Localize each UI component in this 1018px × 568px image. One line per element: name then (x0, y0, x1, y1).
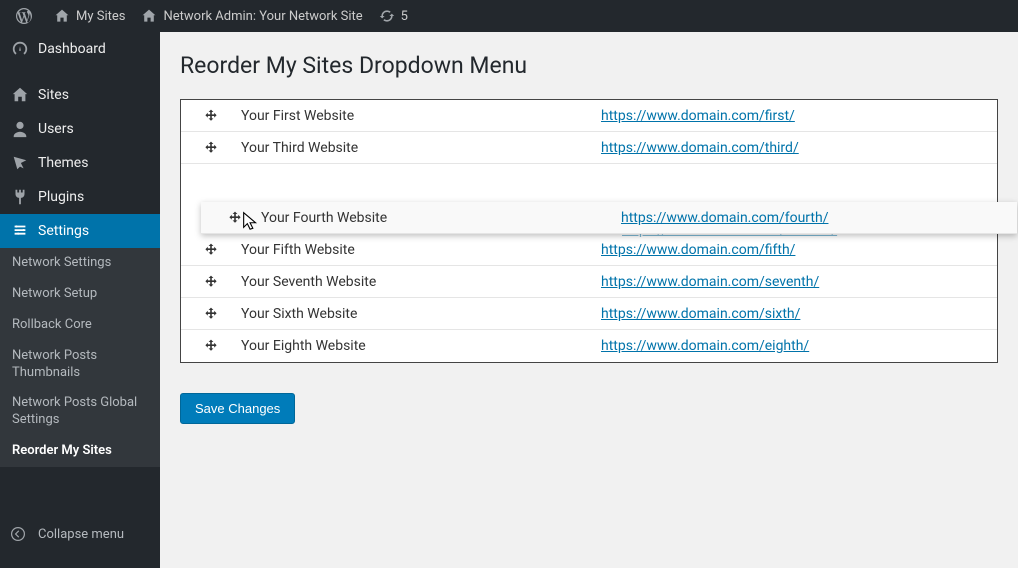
page-title: Reorder My Sites Dropdown Menu (180, 52, 998, 79)
wordpress-icon (16, 8, 32, 24)
site-name: Your Fifth Website (241, 242, 601, 258)
admin-sidebar: Dashboard Sites Users Themes Plugins Set… (0, 32, 160, 568)
my-sites-menu[interactable]: My Sites (46, 0, 133, 32)
submenu-network-posts-global-settings[interactable]: Network Posts Global Settings (0, 388, 160, 436)
site-row[interactable]: Your Fifth Websitehttps://www.domain.com… (181, 234, 997, 266)
site-url-link[interactable]: https://www.domain.com/third/ (601, 140, 799, 156)
sidebar-item-settings[interactable]: Settings (0, 214, 160, 248)
settings-submenu: Network Settings Network Setup Rollback … (0, 248, 160, 467)
site-name: Your First Website (241, 108, 601, 124)
my-sites-label: My Sites (76, 9, 125, 24)
sidebar-label: Settings (38, 223, 89, 239)
drag-handle-icon[interactable] (181, 274, 241, 290)
drag-handle-icon[interactable] (181, 140, 241, 156)
site-name: Your Third Website (241, 140, 601, 156)
submenu-network-setup[interactable]: Network Setup (0, 279, 160, 310)
settings-icon (10, 222, 30, 240)
drag-handle-icon[interactable] (181, 242, 241, 258)
site-row[interactable]: Your Seventh Websitehttps://www.domain.c… (181, 266, 997, 298)
sidebar-label: Dashboard (38, 41, 106, 57)
admin-bar: My Sites Network Admin: Your Network Sit… (0, 0, 1018, 32)
themes-icon (10, 154, 30, 172)
site-name: Your Sixth Website (241, 306, 601, 322)
site-row[interactable]: Your Eighth Websitehttps://www.domain.co… (181, 330, 997, 362)
sidebar-label: Users (38, 121, 74, 137)
submenu-rollback-core[interactable]: Rollback Core (0, 310, 160, 341)
network-admin-label: Network Admin: Your Network Site (163, 9, 362, 24)
site-url-link[interactable]: https://www.domain.com/seventh/ (601, 274, 819, 290)
drag-handle-icon[interactable] (201, 210, 261, 226)
submenu-network-posts-thumbnails[interactable]: Network Posts Thumbnails (0, 341, 160, 389)
sidebar-label: Themes (38, 155, 88, 171)
sidebar-item-sites[interactable]: Sites (0, 78, 160, 112)
site-name: Your Eighth Website (241, 338, 601, 354)
sidebar-item-plugins[interactable]: Plugins (0, 180, 160, 214)
collapse-menu-button[interactable]: Collapse menu (0, 518, 160, 550)
site-url-link[interactable]: https://www.domain.com/eighth/ (601, 338, 809, 354)
drag-handle-icon[interactable] (181, 306, 241, 322)
network-admin-menu[interactable]: Network Admin: Your Network Site (133, 0, 370, 32)
sidebar-item-dashboard[interactable]: Dashboard (0, 32, 160, 66)
drag-handle-icon[interactable] (181, 108, 241, 124)
site-row[interactable]: Your Fourth Websitehttps://www.domain.co… (201, 202, 1017, 234)
sites-icon (10, 86, 30, 104)
collapse-label: Collapse menu (38, 527, 124, 542)
site-name: Your Fourth Website (261, 210, 621, 226)
site-name: Your Seventh Website (241, 274, 601, 290)
plugins-icon (10, 188, 30, 206)
sidebar-label: Sites (38, 87, 69, 103)
wp-logo-menu[interactable] (8, 0, 46, 32)
sidebar-label: Plugins (38, 189, 84, 205)
main-content: Reorder My Sites Dropdown Menu Your Firs… (160, 32, 1018, 568)
drag-handle-icon[interactable] (181, 338, 241, 354)
submenu-network-settings[interactable]: Network Settings (0, 248, 160, 279)
update-icon (379, 8, 395, 24)
site-url-link[interactable]: https://www.domain.com/fifth/ (601, 242, 795, 258)
updates-menu[interactable]: 5 (371, 0, 416, 32)
collapse-icon (10, 526, 30, 542)
home-icon (141, 8, 157, 24)
site-url-link[interactable]: https://www.domain.com/sixth/ (601, 306, 800, 322)
site-row[interactable]: Your Third Websitehttps://www.domain.com… (181, 132, 997, 164)
site-url-link[interactable]: https://www.domain.com/fourth/ (621, 210, 828, 226)
sidebar-item-themes[interactable]: Themes (0, 146, 160, 180)
sidebar-item-users[interactable]: Users (0, 112, 160, 146)
dashboard-icon (10, 40, 30, 58)
sortable-site-list: Your First Websitehttps://www.domain.com… (180, 99, 998, 363)
site-row[interactable]: Your Sixth Websitehttps://www.domain.com… (181, 298, 997, 330)
home-icon (54, 8, 70, 24)
updates-count: 5 (401, 9, 408, 24)
save-button[interactable]: Save Changes (180, 393, 295, 424)
site-url-link[interactable]: https://www.domain.com/first/ (601, 108, 795, 124)
submenu-reorder-my-sites[interactable]: Reorder My Sites (0, 436, 160, 467)
users-icon (10, 120, 30, 138)
site-row[interactable]: Your First Websitehttps://www.domain.com… (181, 100, 997, 132)
